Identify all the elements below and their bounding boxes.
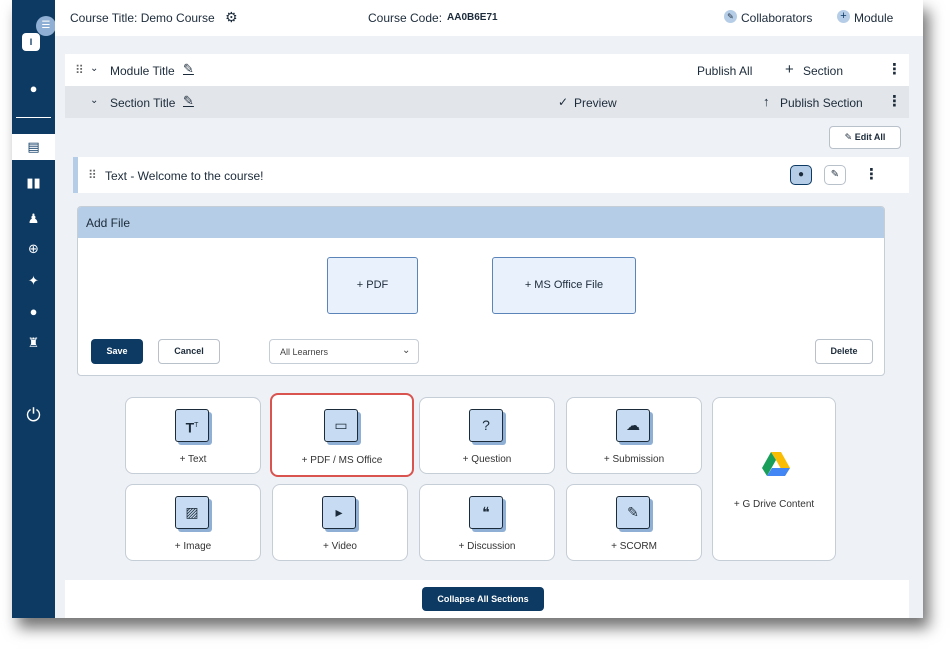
user-icon[interactable]: ●: [12, 76, 55, 102]
plus-circle-icon[interactable]: ⊕: [12, 236, 55, 262]
tile-label: + Question: [462, 454, 512, 465]
folder-icon: ▭: [324, 409, 358, 442]
tile-label: + Submission: [603, 454, 665, 465]
tile-label: + Video: [322, 541, 357, 552]
upload-icon: ☁: [616, 409, 650, 442]
book-icon[interactable]: ▮▮: [12, 170, 55, 196]
tile-label: + Image: [174, 541, 212, 552]
section-row: ⌄ Section Title ✎ ✓ Preview ↑ Publish Se…: [65, 86, 909, 118]
publish-section-button[interactable]: Publish Section: [780, 96, 863, 110]
microphone-icon[interactable]: ●: [790, 165, 812, 185]
tile-scorm[interactable]: ✎ + SCORM: [566, 484, 702, 561]
scorm-icon: ✎: [616, 496, 650, 529]
drag-handle-icon[interactable]: ⠿: [88, 168, 97, 182]
add-pdf-button[interactable]: + PDF: [327, 257, 418, 314]
tile-image[interactable]: ▨ + Image: [125, 484, 261, 561]
discussion-icon: ❝: [469, 496, 503, 529]
top-bar: Course Title: Demo Course ⚙ Course Code:…: [55, 0, 923, 36]
add-file-header: Add File: [78, 207, 884, 238]
tile-label: + G Drive Content: [733, 499, 815, 510]
section-title: Section Title: [110, 96, 176, 110]
add-ms-office-button[interactable]: + MS Office File: [492, 257, 636, 314]
preview-button[interactable]: Preview: [574, 96, 617, 110]
pencil-icon[interactable]: ✎: [824, 165, 846, 185]
more-options-icon[interactable]: ⋮: [887, 92, 902, 110]
tile-question[interactable]: ? + Question: [419, 397, 555, 474]
video-icon: ▸: [322, 496, 356, 529]
add-file-panel: Add File + PDF + MS Office File Save Can…: [77, 206, 885, 376]
audience-value: All Learners: [280, 347, 329, 357]
tile-discussion[interactable]: ❝ + Discussion: [419, 484, 555, 561]
tile-label: + SCORM: [611, 541, 657, 552]
chevron-down-icon[interactable]: ⌄: [90, 63, 98, 74]
menu-toggle-icon[interactable]: ☰: [36, 16, 56, 36]
question-icon: ?: [469, 409, 503, 442]
image-icon: ▨: [175, 496, 209, 529]
publish-all-button[interactable]: Publish All: [697, 64, 752, 78]
course-title: Course Title: Demo Course: [70, 11, 215, 25]
collapse-all-sections-button[interactable]: Collapse All Sections: [422, 587, 544, 611]
module-title: Module Title: [110, 64, 175, 78]
audience-select[interactable]: All Learners ⌄: [269, 339, 419, 364]
chevron-down-icon[interactable]: ⌄: [90, 95, 98, 106]
save-button[interactable]: Save: [91, 339, 143, 364]
robot-icon[interactable]: ♜: [12, 330, 55, 356]
edit-all-button[interactable]: ✎ Edit All: [829, 126, 901, 149]
more-options-icon[interactable]: ⋮: [887, 60, 902, 78]
module-link[interactable]: Module: [854, 11, 893, 25]
delete-button[interactable]: Delete: [815, 339, 873, 364]
module-row: ⠿ ⌄ Module Title ✎ Publish All + Section…: [65, 54, 909, 86]
more-options-icon[interactable]: ⋮: [864, 165, 879, 183]
app-window: I ☰ ● ▤ ▮▮ ♟ ⊕ ✦ ● ♜ ⏻ Course Title: Dem…: [12, 0, 923, 618]
content-item-text[interactable]: ⠿ Text - Welcome to the course! ● ✎ ⋮: [73, 157, 909, 193]
drag-handle-icon[interactable]: ⠿: [75, 63, 84, 77]
tile-submission[interactable]: ☁ + Submission: [566, 397, 702, 474]
pencil-icon[interactable]: ✎: [183, 61, 194, 77]
chat-icon[interactable]: ●: [12, 299, 55, 325]
avatar[interactable]: I: [22, 33, 40, 51]
tile-label: + Discussion: [458, 541, 516, 552]
chevron-down-icon: ⌄: [402, 345, 411, 356]
gradebook-icon[interactable]: ▤: [12, 134, 55, 160]
plus-circle-icon[interactable]: +: [837, 10, 850, 23]
plus-icon[interactable]: +: [785, 61, 794, 78]
tile-text[interactable]: TT + Text: [125, 397, 261, 474]
pencil-icon: ✎: [844, 132, 855, 142]
google-drive-icon: [762, 452, 790, 476]
tile-gdrive[interactable]: + G Drive Content: [712, 397, 836, 561]
tile-pdf-ms-office[interactable]: ▭ + PDF / MS Office: [270, 393, 414, 477]
sidebar: I ☰ ● ▤ ▮▮ ♟ ⊕ ✦ ● ♜ ⏻: [12, 0, 56, 618]
collaborators-link[interactable]: Collaborators: [741, 11, 812, 25]
tile-label: + PDF / MS Office: [301, 455, 383, 466]
sparkle-icon[interactable]: ✦: [12, 268, 55, 294]
gear-icon[interactable]: ⚙: [225, 9, 238, 26]
course-code: AA0B6E71: [447, 12, 498, 23]
sidebar-divider: [16, 117, 51, 118]
tile-label: + Text: [179, 454, 207, 465]
pencil-icon[interactable]: ✎: [183, 93, 194, 109]
power-icon[interactable]: ⏻: [12, 402, 55, 428]
main-content: Course Title: Demo Course ⚙ Course Code:…: [55, 0, 923, 618]
add-section-button[interactable]: Section: [803, 64, 843, 78]
text-icon: TT: [175, 409, 209, 442]
add-file-title: Add File: [86, 216, 131, 230]
people-icon[interactable]: ♟: [12, 206, 55, 232]
pencil-circle-icon[interactable]: ✎: [724, 10, 737, 23]
arrow-up-icon: ↑: [763, 94, 770, 109]
cancel-button[interactable]: Cancel: [158, 339, 220, 364]
content-item-title: Text - Welcome to the course!: [105, 169, 264, 183]
check-icon: ✓: [558, 95, 569, 109]
course-code-label: Course Code:: [368, 11, 443, 25]
tile-video[interactable]: ▸ + Video: [272, 484, 408, 561]
